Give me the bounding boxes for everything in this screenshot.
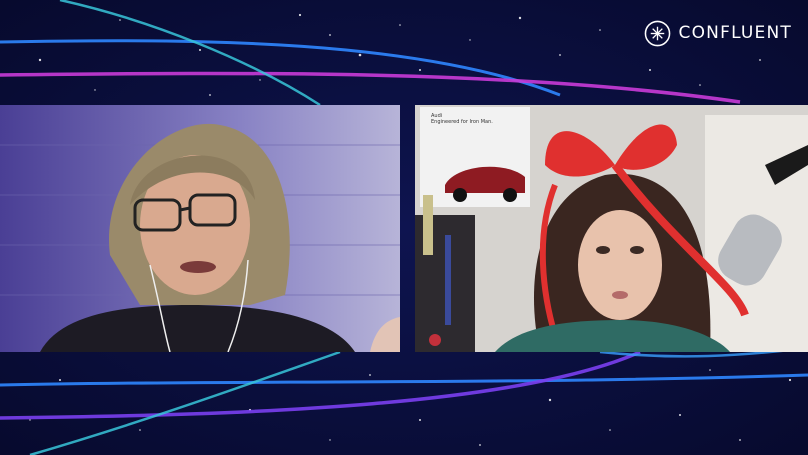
poster-caption: Audi Engineered for Iron Man. bbox=[431, 113, 493, 125]
poster-line-2: Engineered for Iron Man. bbox=[431, 119, 493, 125]
video-panel-right: Audi Engineered for Iron Man. bbox=[415, 105, 808, 352]
brand-logo: CONFLUENT bbox=[644, 18, 792, 48]
brand-name: CONFLUENT bbox=[678, 23, 792, 43]
video-feed-man bbox=[0, 105, 400, 352]
confluent-starburst-icon bbox=[644, 20, 670, 46]
video-panel-left bbox=[0, 105, 400, 352]
video-feed-woman bbox=[415, 105, 808, 352]
